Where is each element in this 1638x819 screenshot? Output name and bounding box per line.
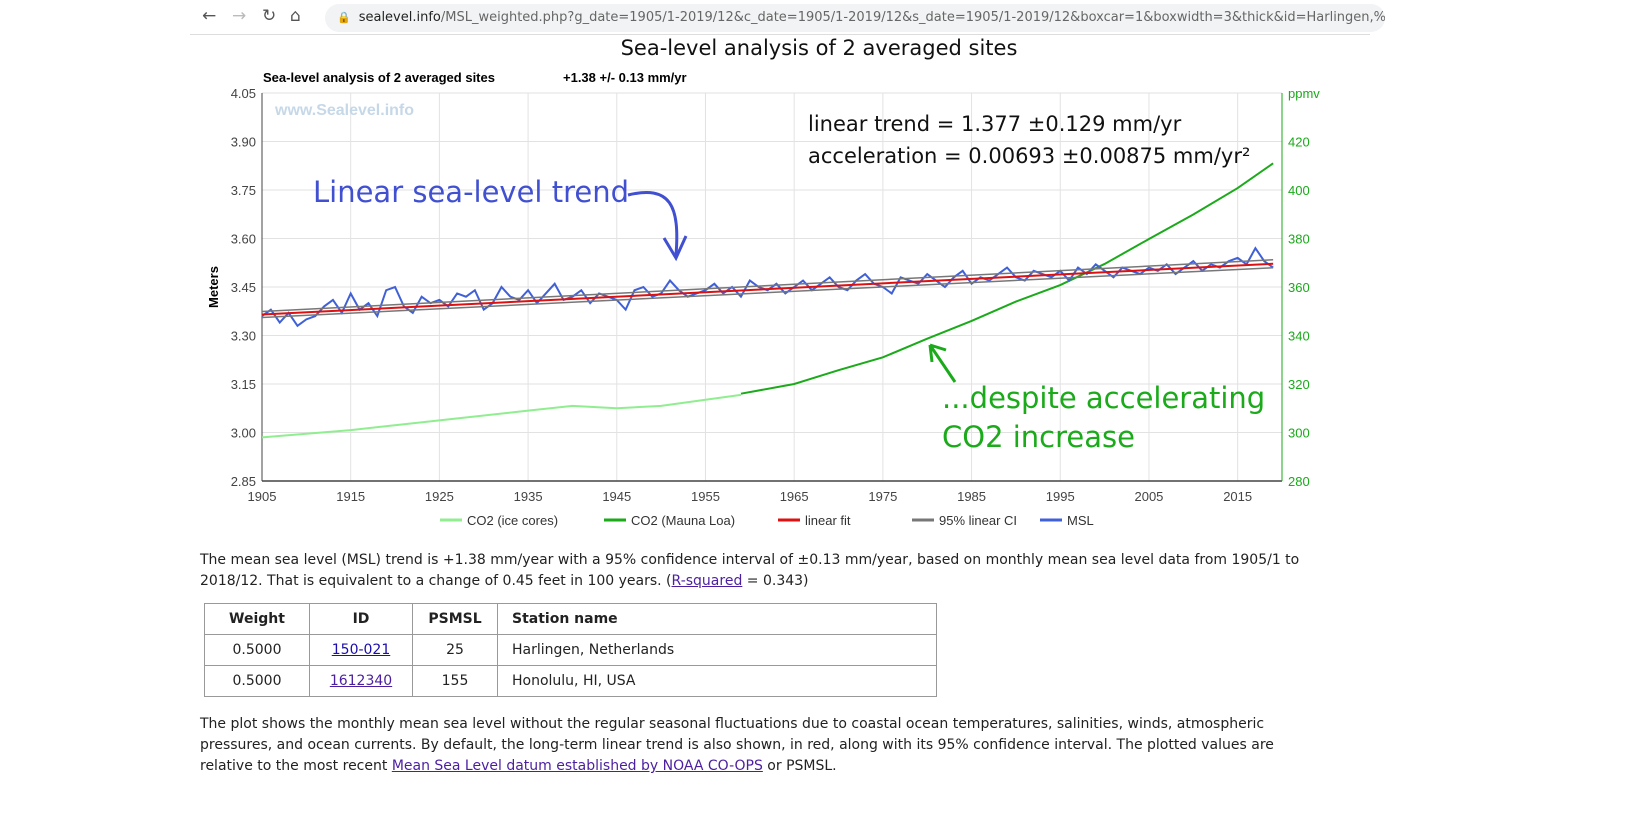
y2-tick-label: 280 [1288, 474, 1310, 489]
y-tick-label: 3.15 [231, 377, 256, 392]
table-row: 0.5000 1612340 155 Honolulu, HI, USA [204, 665, 937, 697]
y-tick-label: 3.30 [231, 329, 256, 344]
y-tick-label: 3.75 [231, 183, 256, 198]
cell-station: Harlingen, Netherlands [497, 634, 937, 666]
x-tick-label: 1965 [780, 489, 809, 504]
x-tick-label: 1905 [248, 489, 277, 504]
header-weight: Weight [204, 603, 310, 635]
stations-table: Weight ID PSMSL Station name 0.5000 150-… [204, 603, 937, 697]
x-tick-label: 1915 [336, 489, 365, 504]
chart-title: Sea-level analysis of 2 averaged sites [263, 70, 495, 85]
y2-tick-label: 300 [1288, 426, 1310, 441]
y2-tick-label: 320 [1288, 377, 1310, 392]
table-row: 0.5000 150-021 25 Harlingen, Netherlands [204, 634, 937, 666]
chart-subtitle: +1.38 +/- 0.13 mm/yr [563, 70, 687, 85]
linear-fit-line [261, 262, 1274, 316]
y2-tick-label: 380 [1288, 232, 1310, 247]
y-axis-label: Meters [206, 266, 221, 308]
header-id: ID [309, 603, 413, 635]
y2-tick-label: 360 [1288, 280, 1310, 295]
y2-tick-label: 420 [1288, 135, 1310, 150]
footer-part: or PSMSL. [762, 758, 837, 774]
x-tick-label: 1985 [957, 489, 986, 504]
y-tick-label: 4.05 [231, 86, 256, 101]
x-tick-label: 1945 [602, 489, 631, 504]
co2-ice-cores-line [261, 393, 742, 439]
legend-label: 95% linear CI [939, 513, 1017, 528]
co2-mauna-loa-line [740, 162, 1274, 395]
header-psmsl: PSMSL [412, 603, 498, 635]
header-station: Station name [497, 603, 937, 635]
summary-part: = 0.343) [742, 573, 809, 589]
x-tick-label: 1975 [868, 489, 897, 504]
x-tick-label: 1995 [1046, 489, 1075, 504]
cell-psmsl: 155 [412, 665, 498, 697]
y2-tick-label: 340 [1288, 329, 1310, 344]
co2-label: CO2 increase [942, 420, 1135, 454]
cell-weight: 0.5000 [204, 634, 310, 666]
legend-label: linear fit [805, 513, 851, 528]
datum-link[interactable]: Mean Sea Level datum established by NOAA… [392, 758, 763, 774]
summary-text: The mean sea level (MSL) trend is +1.38 … [200, 550, 1330, 592]
linear-trend-label: Linear sea-level trend [313, 175, 629, 209]
x-tick-label: 2015 [1223, 489, 1252, 504]
y2-tick-label: 400 [1288, 183, 1310, 198]
x-tick-label: 1955 [691, 489, 720, 504]
y-tick-label: 3.60 [231, 232, 256, 247]
table-header: Weight ID PSMSL Station name [204, 603, 937, 635]
legend-label: CO2 (Mauna Loa) [631, 513, 735, 528]
y2-axis-label: ppmv [1288, 86, 1320, 101]
y-tick-label: 3.90 [231, 135, 256, 150]
x-tick-label: 1925 [425, 489, 454, 504]
legend-label: CO2 (ice cores) [467, 513, 558, 528]
station-id-link[interactable]: 150-021 [332, 642, 391, 658]
ci-lower-line [261, 266, 1274, 319]
arrow-icon [928, 343, 957, 383]
cell-weight: 0.5000 [204, 665, 310, 697]
station-id-link[interactable]: 1612340 [330, 673, 392, 689]
y-tick-label: 2.85 [231, 474, 256, 489]
x-tick-label: 2005 [1134, 489, 1163, 504]
watermark: www.Sealevel.info [274, 102, 414, 119]
arrowhead-icon [662, 235, 688, 262]
acceleration-annotation: acceleration = 0.00693 ±0.00875 mm/yr² [808, 144, 1250, 168]
trend-annotation: linear trend = 1.377 ±0.129 mm/yr [808, 112, 1182, 136]
r-squared-link[interactable]: R-squared [672, 573, 743, 589]
legend-label: MSL [1067, 513, 1094, 528]
y-tick-label: 3.45 [231, 280, 256, 295]
cell-psmsl: 25 [412, 634, 498, 666]
x-tick-label: 1935 [514, 489, 543, 504]
co2-label: ...despite accelerating [942, 381, 1265, 415]
sea-level-chart: 1905 1915 1925 1935 1945 1955 1965 1975 1985 1995… [206, 70, 1320, 528]
footer-text: The plot shows the monthly mean sea leve… [200, 714, 1330, 777]
y-tick-label: 3.00 [231, 426, 256, 441]
cell-station: Honolulu, HI, USA [497, 665, 937, 697]
ci-upper-line [261, 258, 1274, 313]
